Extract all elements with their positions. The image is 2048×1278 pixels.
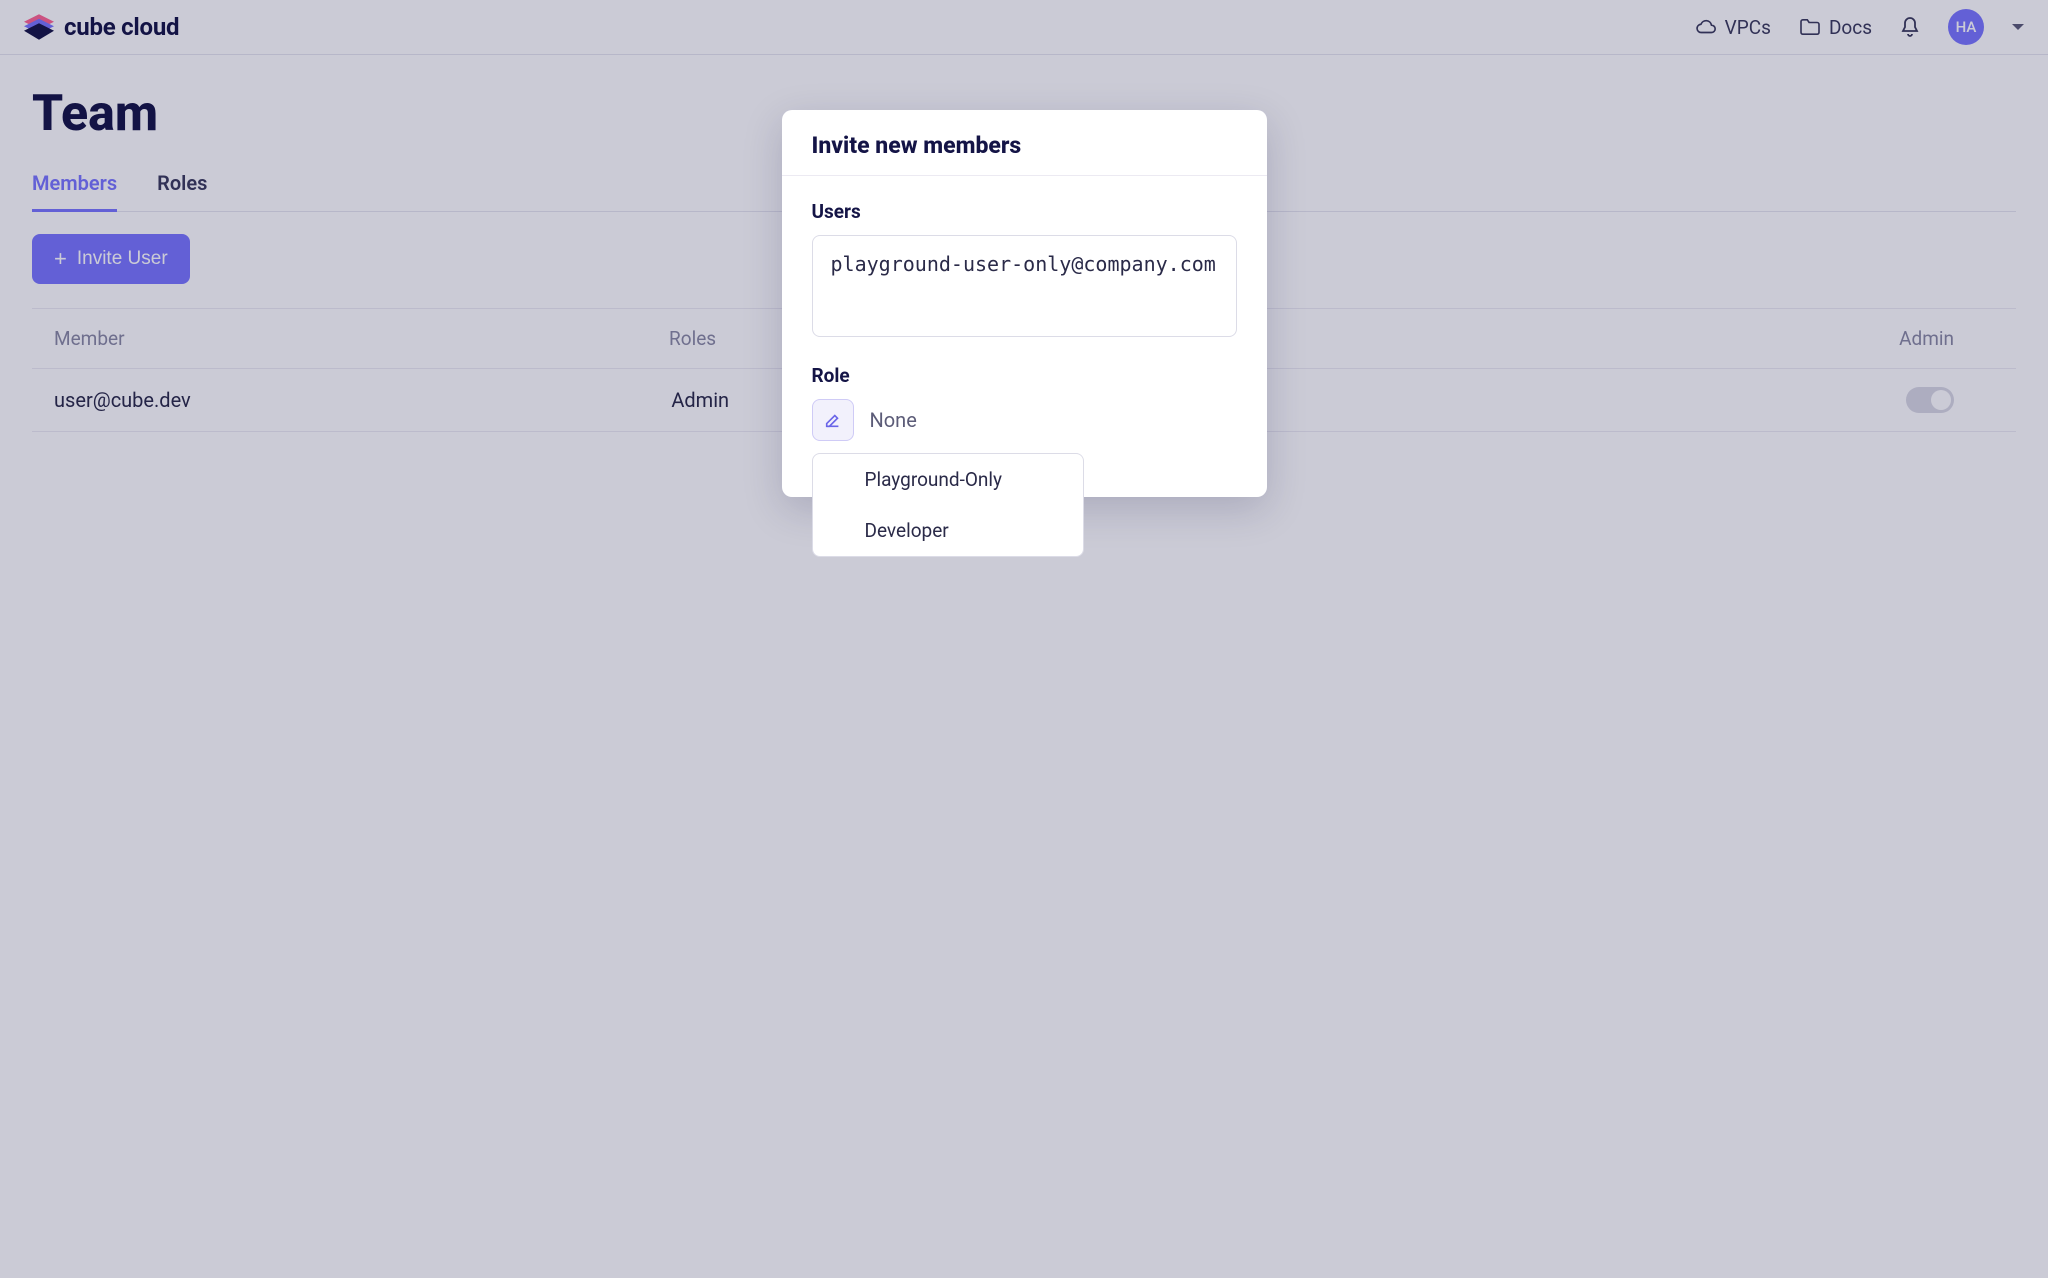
invite-modal: Invite new members Users Role None Playg… [782,110,1267,497]
modal-header: Invite new members [782,110,1267,176]
modal-body: Users Role None Playground-Only Develope… [782,176,1267,441]
pencil-icon [824,411,842,429]
modal-overlay[interactable]: Invite new members Users Role None Playg… [0,0,2048,1278]
role-value: None [870,408,917,432]
role-option-developer[interactable]: Developer [813,505,1083,556]
users-label: Users [812,200,1237,223]
users-input[interactable] [812,235,1237,337]
edit-role-button[interactable] [812,399,854,441]
role-selector: None Playground-Only Developer [812,399,1237,441]
role-option-playground-only[interactable]: Playground-Only [813,454,1083,505]
role-dropdown: Playground-Only Developer [812,453,1084,557]
role-label: Role [812,364,1237,387]
modal-title: Invite new members [812,132,1237,159]
